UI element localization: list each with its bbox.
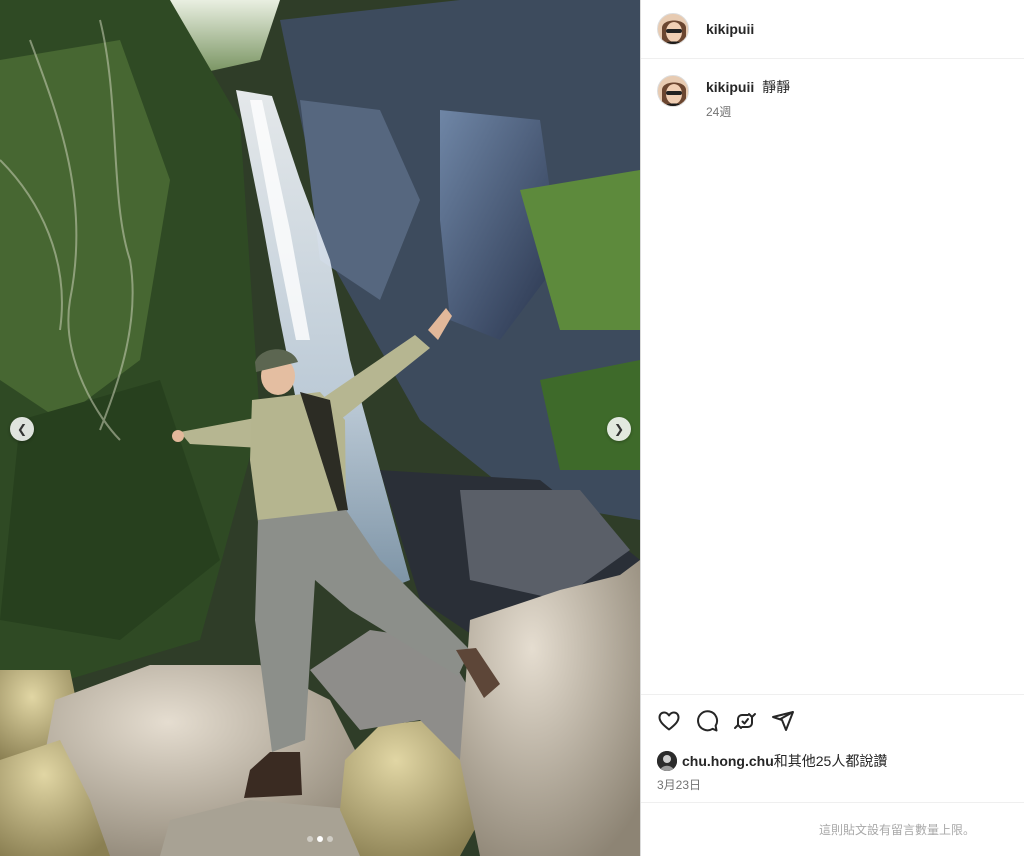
slide-dot-active	[317, 836, 323, 842]
author-username[interactable]: kikipuii	[706, 21, 754, 37]
likes-summary: chu.hong.chu 和其他25人都說讚	[657, 751, 1009, 771]
previous-slide-button[interactable]: ❮	[10, 417, 34, 441]
caption-username[interactable]: kikipuii	[706, 79, 754, 95]
repost-icon[interactable]	[733, 709, 757, 733]
liker-avatar[interactable]	[657, 751, 677, 771]
action-icons	[657, 709, 1009, 733]
caption-text: 靜靜	[762, 79, 791, 95]
post-media[interactable]: ❮ ❯	[0, 0, 640, 856]
slide-dot	[307, 836, 313, 842]
likes-count-text[interactable]: 和其他25人都說讚	[774, 751, 888, 771]
post-header: kikipuii	[641, 0, 1024, 59]
post-photo	[0, 0, 640, 856]
avatar-image	[658, 76, 688, 106]
next-slide-button[interactable]: ❯	[607, 417, 631, 441]
comments-limit-notice: 這則貼文設有留言數量上限。	[641, 802, 1024, 856]
heart-icon[interactable]	[657, 709, 681, 733]
liker-username[interactable]: chu.hong.chu	[682, 753, 774, 769]
share-icon[interactable]	[771, 709, 795, 733]
slide-dot	[327, 836, 333, 842]
chevron-left-icon: ❮	[16, 422, 28, 436]
slide-indicator	[0, 836, 640, 842]
post-date[interactable]: 3月23日	[657, 776, 1009, 793]
post-actions: chu.hong.chu 和其他25人都說讚 3月23日	[641, 694, 1024, 793]
post-details-panel: kikipuii kikipuii 靜靜 24週 chu.hong.chu 和其…	[640, 0, 1024, 856]
chevron-right-icon: ❯	[613, 422, 625, 436]
avatar-image	[658, 14, 688, 44]
author-avatar[interactable]	[657, 13, 689, 45]
comment-icon[interactable]	[695, 709, 719, 733]
post-caption: kikipuii 靜靜 24週	[641, 59, 1024, 120]
caption-avatar[interactable]	[657, 75, 689, 107]
caption-timestamp[interactable]: 24週	[706, 103, 790, 120]
